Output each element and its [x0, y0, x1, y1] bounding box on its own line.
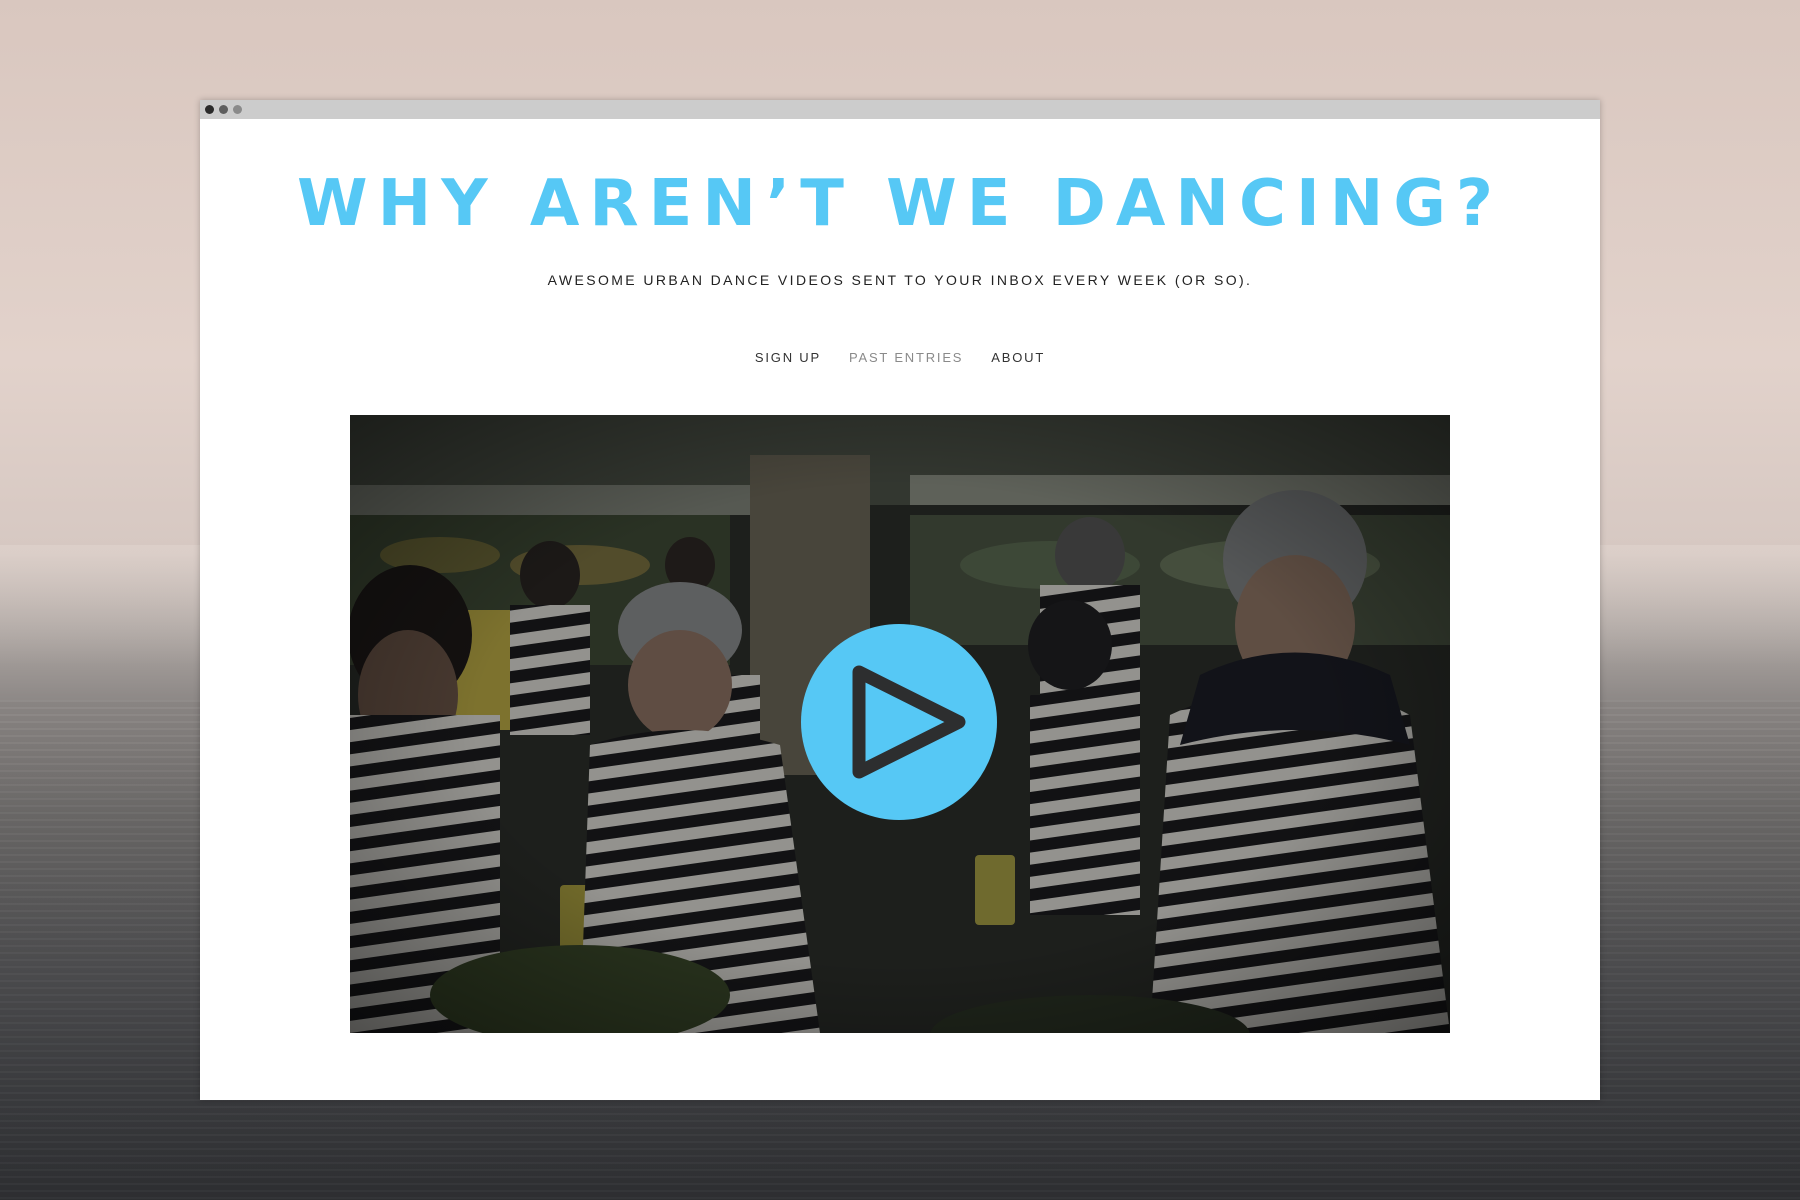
play-button[interactable] [801, 624, 997, 820]
nav-about[interactable]: ABOUT [991, 350, 1045, 365]
nav-past-entries[interactable]: PAST ENTRIES [849, 350, 963, 365]
nav-sign-up[interactable]: SIGN UP [755, 350, 821, 365]
window-minimize-dot[interactable] [219, 105, 228, 114]
browser-window: WHY AREN’T WE DANCING? AWESOME URBAN DAN… [200, 100, 1600, 1100]
window-maximize-dot[interactable] [233, 105, 242, 114]
browser-titlebar [200, 100, 1600, 119]
site-title: WHY AREN’T WE DANCING? [297, 167, 1503, 241]
site-tagline: AWESOME URBAN DANCE VIDEOS SENT TO YOUR … [547, 272, 1253, 288]
play-icon [852, 665, 966, 779]
window-close-dot[interactable] [205, 105, 214, 114]
main-nav: SIGN UP PAST ENTRIES ABOUT [200, 350, 1600, 365]
video-player[interactable] [350, 415, 1450, 1033]
